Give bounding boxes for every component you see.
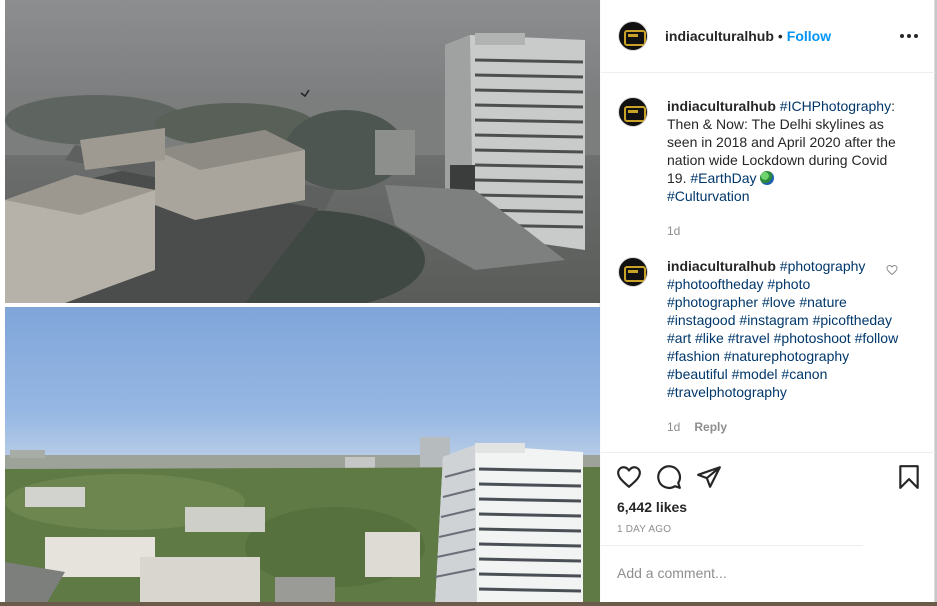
- share-icon[interactable]: [696, 464, 722, 490]
- hashtag-link[interactable]: #fashion: [667, 348, 720, 364]
- comment-time[interactable]: 1d: [667, 420, 680, 434]
- post-date[interactable]: 1 DAY AGO: [617, 524, 671, 535]
- comments-list[interactable]: indiaculturalhub #ICHPhotography: Then &…: [601, 74, 935, 452]
- bookmark-icon[interactable]: [896, 464, 922, 490]
- hashtag-link[interactable]: #travelphotography: [667, 384, 787, 400]
- header-separator: •: [777, 28, 783, 44]
- hashtag-link[interactable]: #photoshoot: [774, 330, 851, 346]
- hashtag-link[interactable]: #EarthDay: [690, 170, 756, 186]
- comment-text: indiaculturalhub #photography #photoofth…: [667, 257, 902, 436]
- hashtag-link[interactable]: #photooftheday: [667, 276, 764, 292]
- follow-button[interactable]: Follow: [787, 28, 831, 44]
- caption-text: indiaculturalhub #ICHPhotography: Then &…: [667, 97, 902, 240]
- hashtag-link[interactable]: #ICHPhotography: [780, 98, 891, 114]
- page-background-strip: [0, 602, 937, 606]
- action-bar: 6,442 likes 1 DAY AGO: [601, 452, 935, 544]
- hashtag-link[interactable]: #nature: [799, 294, 846, 310]
- post-photo[interactable]: [0, 0, 600, 606]
- caption-username[interactable]: indiaculturalhub: [667, 98, 776, 114]
- hashtag-link[interactable]: #like: [695, 330, 724, 346]
- hashtag-link[interactable]: #love: [762, 294, 795, 310]
- more-horizontal-icon[interactable]: [899, 27, 919, 45]
- hashtag-link[interactable]: #canon: [781, 366, 827, 382]
- comment-username[interactable]: indiaculturalhub: [667, 258, 776, 274]
- hashtag-link[interactable]: #instagram: [739, 312, 808, 328]
- hashtag-link[interactable]: #photography: [780, 258, 866, 274]
- heart-icon[interactable]: [616, 464, 642, 490]
- comment-meta: 1d Reply: [667, 418, 902, 436]
- post-header: indiaculturalhub • Follow: [601, 0, 935, 73]
- caption-time[interactable]: 1d: [667, 224, 680, 238]
- hashtag-link[interactable]: #naturephotography: [724, 348, 849, 364]
- hashtag-link[interactable]: #follow: [855, 330, 899, 346]
- photo-delhi-2018: [5, 0, 600, 303]
- avatar[interactable]: [618, 257, 648, 287]
- hashtag-link[interactable]: #picoftheday: [813, 312, 892, 328]
- hashtag-link[interactable]: #art: [667, 330, 691, 346]
- header-username[interactable]: indiaculturalhub: [665, 28, 774, 44]
- photo-delhi-2020: [5, 307, 600, 606]
- likes-count[interactable]: 6,442 likes: [617, 499, 687, 515]
- smoggy-city-scene: [5, 33, 600, 303]
- hashtag-link[interactable]: #Culturvation: [667, 188, 750, 204]
- divider: [601, 545, 863, 546]
- hashtag-link[interactable]: #instagood: [667, 312, 736, 328]
- hashtag-link[interactable]: #travel: [728, 330, 770, 346]
- like-comment-heart-icon[interactable]: [886, 264, 898, 276]
- hashtag-link[interactable]: #photo: [767, 276, 810, 292]
- hashtag-link[interactable]: #beautiful: [667, 366, 728, 382]
- caption-meta: 1d: [667, 222, 902, 240]
- avatar[interactable]: [618, 21, 648, 51]
- reply-button[interactable]: Reply: [694, 420, 727, 434]
- globe-emoji-icon: [760, 171, 775, 185]
- post-details-panel: indiaculturalhub • Follow indiaculturalh…: [601, 0, 935, 606]
- comment-icon[interactable]: [656, 464, 682, 490]
- hashtag-link[interactable]: #model: [732, 366, 778, 382]
- hashtag-link[interactable]: #photographer: [667, 294, 758, 310]
- avatar[interactable]: [618, 97, 648, 127]
- clear-city-scene: [5, 437, 600, 606]
- add-comment-input[interactable]: [617, 558, 917, 588]
